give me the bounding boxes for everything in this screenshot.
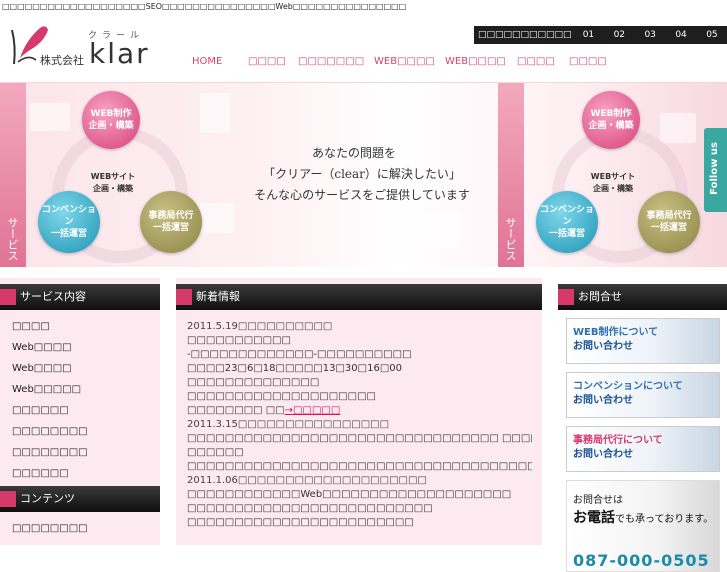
contact-sidebar: お問合せ WEB制作について お問い合わせ コンベンションについて お問い合わせ 事… (558, 278, 727, 572)
contents-list: □□□□□□□□ (0, 512, 160, 539)
phone-inquiry-banner[interactable]: お問合せは お電話でも承っております。 087-000-0505 (566, 480, 720, 572)
news-text-line: □□□□□□□□□□□□□□□□□□□□□□□□□□ (187, 503, 433, 514)
subnav-item-05[interactable]: 05 (698, 26, 726, 44)
news-text-line: □□□□□□□□□□□ (187, 335, 291, 346)
news-text-line: □□□□□□ (187, 447, 244, 458)
news-date-line: 2011.5.19□□□□□□□□□□ (187, 321, 333, 332)
news-section: 新着情報 2011.5.19□□□□□□□□□□ □□□□□□□□□□□ -□□□□… (176, 278, 542, 545)
phone-number: 087-000-0505 (573, 551, 710, 570)
news-date-line: 2011.3.15□□□□□□□□□□□□□□□□ (187, 419, 390, 430)
service-link[interactable]: Web□□□□ (12, 337, 160, 358)
hero-center-label-2: WEBサイト 企画・構築 (590, 172, 636, 193)
hero-office-circle: 事務局代行 一括運営 (140, 191, 202, 253)
news-text-line: □□□□□□□□□□□□□□□□□□□□□□□□ (187, 517, 414, 528)
service-link[interactable]: □□□□□□ (12, 463, 160, 484)
subnav-label: □□□□□□□□□□□ (478, 30, 572, 40)
follow-us-tab[interactable]: Follow us (704, 128, 727, 212)
contents-heading: コンテンツ (0, 486, 160, 512)
subnav-item-01[interactable]: 01 (574, 26, 602, 44)
left-sidebar: サービス内容 □□□□ Web□□□□ Web□□□□ Web□□□□□ □□□… (0, 278, 160, 545)
news-text-line: □□□□□□□□ □□→□□□□□ (187, 405, 341, 416)
nav-item-6[interactable]: □□□□ (517, 52, 569, 72)
hero-tagline: あなたの問題を 「クリアー（clear）に解決したい」 そんな心のサービスをご提… (254, 146, 470, 202)
logo-wordmark[interactable]: klar (89, 37, 150, 70)
nav-item-3[interactable]: □□□□□□□ (298, 52, 374, 72)
nav-web-1[interactable]: WEB□□□□ (374, 52, 445, 72)
hero-convention-circle: コンベンション 一括運営 (38, 191, 100, 253)
web-inquiry-banner[interactable]: WEB制作について お問い合わせ (566, 318, 720, 364)
news-detail-link[interactable]: →□□□□□ (285, 405, 341, 416)
contact-heading: お問合せ (558, 284, 727, 310)
service-link[interactable]: □□□□□□ (12, 400, 160, 421)
logo-company: 株式会社 (40, 54, 84, 67)
news-text-line: □□□□□□□□□□□□□□□□□□□□ (187, 391, 376, 402)
nav-item-7[interactable]: □□□□ (569, 52, 619, 72)
news-text-line: □□□□□□□□□□□□□□ (187, 377, 320, 388)
hero-center-label: WEBサイト 企画・構築 (90, 172, 136, 193)
service-link[interactable]: Web□□□□ (12, 358, 160, 379)
nav-item-2[interactable]: □□□□ (248, 52, 298, 72)
hero-office-circle-2: 事務局代行 一括運営 (638, 191, 700, 253)
news-text-line: □□□□□□□□□□□□Web□□□□□□□□□□□□□□□□□□□□ (187, 489, 512, 500)
top-description-strip: □□□□□□□□□□□□□□□□□□□SEO□□□□□□□□□□□□□□□Web… (2, 2, 407, 11)
convention-inquiry-banner[interactable]: コンベンションについて お問い合わせ (566, 372, 720, 418)
service-link[interactable]: □□□□□□□□ (12, 442, 160, 463)
office-inquiry-banner[interactable]: 事務局代行について お問い合わせ (566, 426, 720, 472)
service-link[interactable]: Web□□□□□ (12, 379, 160, 400)
hero-web-circle-2: WEB制作 企画・構築 (582, 91, 640, 149)
hero-side-band-right: サービス (498, 83, 524, 267)
nav-web-2[interactable]: WEB□□□□ (445, 52, 517, 72)
service-link[interactable]: □□□□ (12, 316, 160, 337)
hero-convention-circle-2: コンベンション 一括運営 (536, 191, 598, 253)
service-link[interactable]: □□□□□□□□ (12, 421, 160, 442)
hero-web-circle: WEB制作 企画・構築 (82, 91, 140, 149)
hero-banner: サービス WEB制作 企画・構築 WEBサイト 企画・構築 コンベンション 一括運営 … (0, 83, 727, 267)
news-text-line: □□□□23□6□18□□□□□13□30□16□00 (187, 363, 402, 374)
hero-side-label: サービス (6, 217, 19, 261)
news-text-line: □□□□□□□□□□□□□□□□□□□□□□□□□□□□□□□□□□□□□□□□… (187, 461, 532, 472)
hero-side-band-left: サービス (0, 83, 26, 267)
global-navigation: HOME □□□□ □□□□□□□ WEB□□□□ WEB□□□□ □□□□ □… (192, 52, 619, 72)
news-date-line: 2011.1.06□□□□□□□□□□□□□□□□□□□□ (187, 475, 427, 486)
sub-navigation: □□□□□□□□□□□ 01 02 03 04 05 (474, 26, 727, 44)
subnav-item-04[interactable]: 04 (667, 26, 695, 44)
subnav-item-02[interactable]: 02 (605, 26, 633, 44)
nav-home[interactable]: HOME (192, 52, 248, 72)
subnav-item-03[interactable]: 03 (636, 26, 664, 44)
services-heading: サービス内容 (0, 284, 160, 310)
news-body: 2011.5.19□□□□□□□□□□ □□□□□□□□□□□ -□□□□□□□□□… (176, 310, 542, 530)
news-text-line: -□□□□□□□□□□□□□-□□□□□□□□□□ (187, 349, 412, 360)
news-text-line: □□□□□□□□□□□□□□□□□□□□□□□□□□□□□□□□□ □□□□□□… (187, 433, 532, 444)
contents-link[interactable]: □□□□□□□□ (12, 518, 160, 539)
site-header: クラール 株式会社 klar □□□□□□□□□□□ 01 02 03 04 0… (0, 14, 727, 83)
services-list: □□□□ Web□□□□ Web□□□□ Web□□□□□ □□□□□□ □□□… (0, 310, 160, 484)
news-heading: 新着情報 (176, 284, 542, 310)
